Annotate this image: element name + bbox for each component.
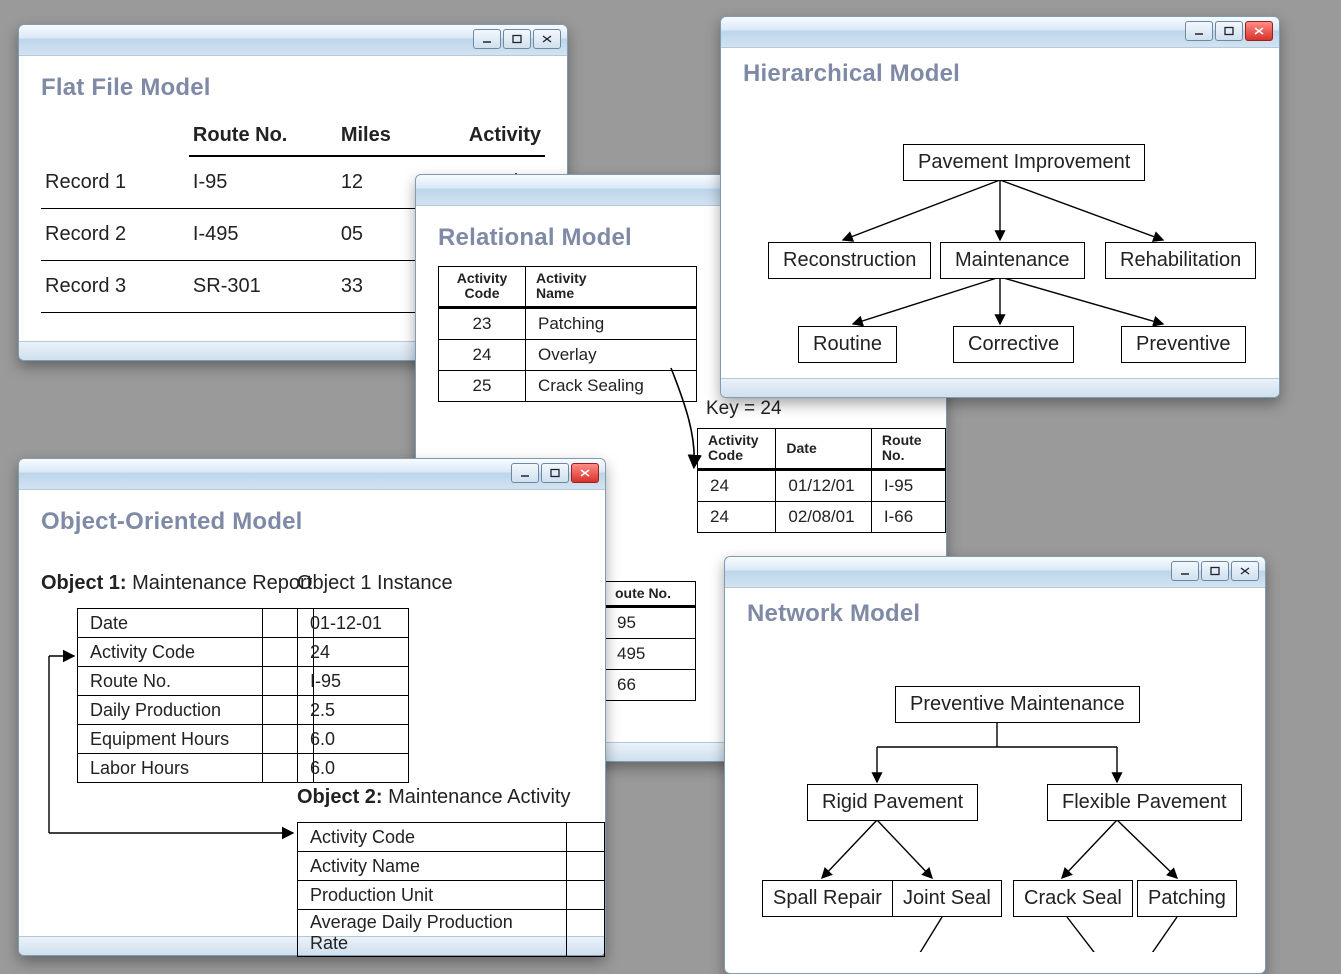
titlebar[interactable]	[19, 459, 605, 490]
list-item: Route No.	[78, 667, 314, 696]
maximize-button[interactable]	[1201, 561, 1229, 581]
list-item: Labor Hours	[78, 754, 314, 783]
list-item: Average Daily Production Rate	[298, 910, 605, 957]
table-row: 495	[605, 639, 696, 670]
node-patching: Patching	[1137, 880, 1237, 917]
node-flexible: Flexible Pavement	[1047, 784, 1242, 821]
window-title: Hierarchical Model	[743, 60, 1257, 88]
table-row: 95	[605, 607, 696, 639]
close-button[interactable]	[1245, 21, 1273, 41]
object1-values: 01-12-01 24 I-95 2.5 6.0 6.0	[297, 608, 409, 783]
maximize-button[interactable]	[1215, 21, 1243, 41]
relational-table-records: ActivityCode Date Route No. 2401/12/01I-…	[697, 428, 946, 533]
maximize-button[interactable]	[541, 463, 569, 483]
list-item: 24	[298, 638, 409, 667]
list-item: Activity Name	[298, 852, 605, 881]
node-rigid: Rigid Pavement	[807, 784, 978, 821]
close-button[interactable]	[571, 463, 599, 483]
col-route-partial: oute No.	[605, 582, 696, 607]
list-item: Activity Code	[78, 638, 314, 667]
close-button[interactable]	[533, 29, 561, 49]
minimize-button[interactable]	[473, 29, 501, 49]
table-row: 2402/08/01I-66	[698, 501, 946, 532]
minimize-button[interactable]	[511, 463, 539, 483]
node-corrective: Corrective	[953, 326, 1074, 363]
list-item: 6.0	[298, 725, 409, 754]
list-item: 2.5	[298, 696, 409, 725]
node-preventive: Preventive	[1121, 326, 1246, 363]
object1-instance-label: Object 1 Instance	[297, 572, 453, 595]
window-hierarchical: Hierarchical Model Pavement Improvement …	[720, 16, 1280, 398]
node-routine: Routine	[798, 326, 897, 363]
list-item: Equipment Hours	[78, 725, 314, 754]
object2-label: Object 2: Maintenance Activity	[297, 786, 570, 809]
table-row: 66	[605, 670, 696, 701]
col-activity-code: ActivityCode	[698, 429, 776, 470]
list-item: Date	[78, 609, 314, 638]
window-object-oriented: Object-Oriented Model Object 1: Maintena…	[18, 458, 606, 956]
node-joint-seal: Joint Seal	[892, 880, 1002, 917]
titlebar[interactable]	[725, 557, 1265, 588]
list-item: I-95	[298, 667, 409, 696]
col-spacer	[41, 116, 189, 156]
node-maintenance: Maintenance	[940, 242, 1085, 279]
titlebar[interactable]	[721, 17, 1279, 48]
node-reconstruction: Reconstruction	[768, 242, 931, 279]
minimize-button[interactable]	[1185, 21, 1213, 41]
node-rehabilitation: Rehabilitation	[1105, 242, 1256, 279]
list-item: Daily Production	[78, 696, 314, 725]
object1-label: Object 1: Maintenance Report	[41, 572, 312, 595]
node-crack-seal: Crack Seal	[1013, 880, 1133, 917]
window-title: Network Model	[747, 600, 1243, 628]
col-route: Route No.	[189, 116, 337, 156]
col-miles: Miles	[337, 116, 465, 156]
object1-fields: Date Activity Code Route No. Daily Produ…	[77, 608, 314, 783]
node-spall-repair: Spall Repair	[762, 880, 893, 917]
list-item: 6.0	[298, 754, 409, 783]
col-route: Route No.	[871, 429, 945, 470]
node-root: Preventive Maintenance	[895, 686, 1140, 723]
maximize-button[interactable]	[503, 29, 531, 49]
col-activity: Activity	[465, 116, 545, 156]
col-date: Date	[776, 429, 872, 470]
relational-table-partial: oute No. 95 495 66	[604, 581, 696, 701]
key-label: Key = 24	[706, 398, 782, 420]
minimize-button[interactable]	[1171, 561, 1199, 581]
object2-fields: Activity Code Activity Name Production U…	[297, 822, 605, 957]
hierarchy-links	[743, 102, 1257, 342]
list-item: 01-12-01	[298, 609, 409, 638]
window-title: Flat File Model	[41, 74, 545, 102]
list-item: Production Unit	[298, 881, 605, 910]
list-item: Activity Code	[298, 823, 605, 852]
bottom-bar	[721, 378, 1279, 397]
close-button[interactable]	[1231, 561, 1259, 581]
window-network: Network Model Preventive Mainte	[724, 556, 1266, 974]
node-root: Pavement Improvement	[903, 144, 1145, 181]
titlebar[interactable]	[19, 25, 567, 56]
table-row: 2401/12/01I-95	[698, 469, 946, 501]
